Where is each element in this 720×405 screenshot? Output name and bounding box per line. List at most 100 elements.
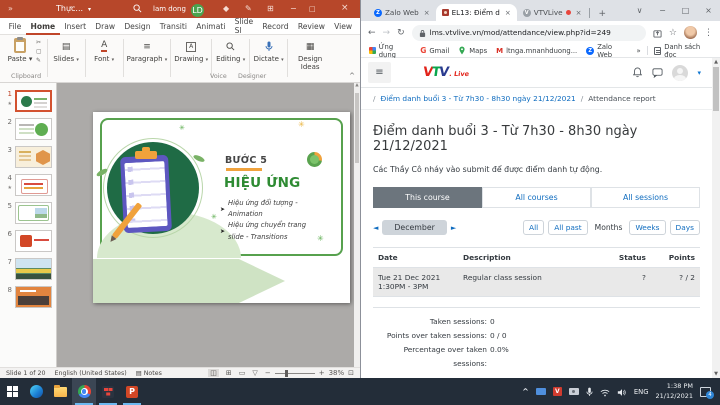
url-text[interactable]: lms.vtvlive.vn/mod/attendance/view.php?i… [430,28,611,37]
messages-icon[interactable] [652,63,663,82]
slide-thumbnail-image[interactable] [15,174,52,196]
slide-canvas[interactable]: BƯỚC 5 HIỆU ỨNG ➤Hiệu ứng đối tượng - An… [93,112,350,303]
bookmark-star-icon[interactable]: ☆ [669,28,677,38]
menu-insert[interactable]: Insert [60,18,91,35]
slide-thumbnail-3[interactable]: 3 [0,143,56,171]
slide-thumbnail-image[interactable] [15,258,52,280]
send-to-devices-icon[interactable] [653,23,662,42]
network-tray-icon[interactable] [600,382,610,401]
filter-months-label[interactable]: Months [595,223,623,232]
slide-thumbnail-2[interactable]: 2 [0,115,56,143]
vtv-live-logo[interactable]: VTV. Live [422,65,470,80]
maximize-button[interactable]: □ [674,0,697,20]
paste-button[interactable]: Paste ▾ [5,38,35,63]
slide-thumbnail-5[interactable]: 5 [0,199,56,227]
camera-tray-icon[interactable] [569,388,579,395]
menu-slideshow[interactable]: Slide Sl [230,18,258,35]
account-name[interactable]: lam dong [153,4,186,14]
zoom-slider[interactable] [275,373,315,374]
tab-close-icon[interactable]: × [576,9,582,17]
collapse-ribbon-icon[interactable]: ^ [349,72,355,80]
zoom-level[interactable]: 38% [329,369,345,377]
maximize-button[interactable]: □ [309,4,316,14]
bookmark-gmail[interactable]: GGmail [420,46,449,55]
close-button[interactable]: × [697,0,720,20]
current-month-button[interactable]: December [382,220,446,235]
slide-thumbnail-4[interactable]: 4★ [0,171,56,199]
minimize-button[interactable]: − [651,0,674,20]
back-icon[interactable]: ← [368,28,376,38]
menu-transitions[interactable]: Transiti [155,18,191,35]
scrollbar-thumb[interactable] [713,67,719,111]
filter-weeks-button[interactable]: Weeks [629,220,665,235]
copy-icon[interactable]: ▢ [36,48,42,55]
bookmark-zalo[interactable]: ZZalo Web [586,43,627,59]
reading-view-icon[interactable]: ▭ [239,369,246,377]
slide-thumbnail-panel[interactable]: 1★ 2 3 4★ 5 6 [0,83,57,367]
previous-month-icon[interactable]: ◄ [373,224,378,232]
reload-icon[interactable]: ↻ [397,28,405,38]
slide-counter[interactable]: Slide 1 of 20 [6,370,45,377]
scrollbar-thumb[interactable] [355,93,359,163]
slide-thumbnail-image[interactable] [15,146,52,168]
breadcrumb-session-link[interactable]: Điểm danh buổi 3 - Từ 7h30 - 8h30 ngày 2… [381,94,576,103]
v-app-tray-icon[interactable]: V [553,387,562,396]
filter-all-past-button[interactable]: All past [548,220,587,235]
tab-search-icon[interactable]: ∨ [628,0,651,20]
close-button[interactable]: × [341,3,349,13]
taskbar-file-explorer[interactable] [48,378,72,405]
font-group-button[interactable]: A Font ▾ [89,38,120,63]
page-scrollbar[interactable]: ▲ ▼ [712,58,720,378]
menu-record[interactable]: Record [258,18,293,35]
menu-file[interactable]: File [4,18,26,35]
edit-mode-icon[interactable]: ✎ [245,4,252,14]
notes-button[interactable]: ▤ Notes [136,370,162,377]
next-month-icon[interactable]: ► [451,224,456,232]
scroll-up-icon[interactable]: ▲ [355,83,358,88]
slide-editor-area[interactable]: BƯỚC 5 HIỆU ỨNG ➤Hiệu ứng đối tượng - An… [57,83,354,367]
title-dropdown-icon[interactable]: ▾ [88,5,91,15]
slide-thumbnail-image[interactable] [15,230,52,252]
tab-vtvlive[interactable]: V VTVLive × [517,4,588,21]
bookmark-mail[interactable]: Mltnga.mnanhduong... [496,47,577,55]
menu-icon[interactable]: ≡ [368,62,391,83]
dictate-button[interactable]: Dictate ▾ [253,38,284,63]
normal-view-icon[interactable]: ◫ [208,369,219,377]
taskbar-powerpoint[interactable]: P [120,378,144,405]
slide-thumbnail-7[interactable]: 7 [0,255,56,283]
tab-zalo-web[interactable]: Z Zalo Web × [368,4,436,21]
menu-view[interactable]: View [330,18,357,35]
slide-thumbnail-image[interactable] [15,286,52,308]
format-painter-icon[interactable]: ✎ [36,57,42,64]
slide-thumbnail-image[interactable] [15,90,52,112]
menu-review[interactable]: Review [293,18,329,35]
fit-slide-icon[interactable]: ⊡ [348,369,354,377]
taskbar-clock[interactable]: 1:38 PM 21/12/2021 [656,382,693,400]
forward-icon[interactable]: → [383,28,391,38]
quick-access-toolbar[interactable]: » [8,4,13,14]
filter-all-button[interactable]: All [523,220,544,235]
slides-group-button[interactable]: ▤ Slides ▾ [51,38,82,63]
language-indicator[interactable]: ENG [634,388,649,396]
drawing-group-button[interactable]: A Drawing ▾ [174,38,208,63]
ribbon-display-icon[interactable]: ⊞ [267,4,274,14]
user-avatar[interactable] [672,65,688,81]
slide-thumbnail-image[interactable] [15,202,52,224]
scroll-up-icon[interactable]: ▲ [714,59,718,65]
tab-close-icon[interactable]: × [505,9,511,17]
paragraph-group-button[interactable]: ≡ Paragraph ▾ [127,38,168,63]
address-bar[interactable]: lms.vtvlive.vn/mod/attendance/view.php?i… [412,25,646,41]
cut-icon[interactable]: ✂ [36,39,42,46]
minimize-button[interactable]: − [290,4,297,14]
reading-list-button[interactable]: Danh sách đọc [654,43,712,59]
tab-all-sessions[interactable]: All sessions [591,187,700,208]
slide-sorter-icon[interactable]: ⊞ [226,369,232,377]
user-menu-caret-icon[interactable]: ▾ [697,69,701,77]
action-center-icon[interactable]: 4 [700,387,711,397]
new-tab-button[interactable]: + [598,9,606,19]
start-button[interactable] [0,378,24,405]
zoom-in-icon[interactable]: + [319,369,325,377]
menu-home[interactable]: Home [26,18,60,35]
language-indicator[interactable]: English (United States) [54,370,126,377]
menu-animations[interactable]: Animati [192,18,230,35]
